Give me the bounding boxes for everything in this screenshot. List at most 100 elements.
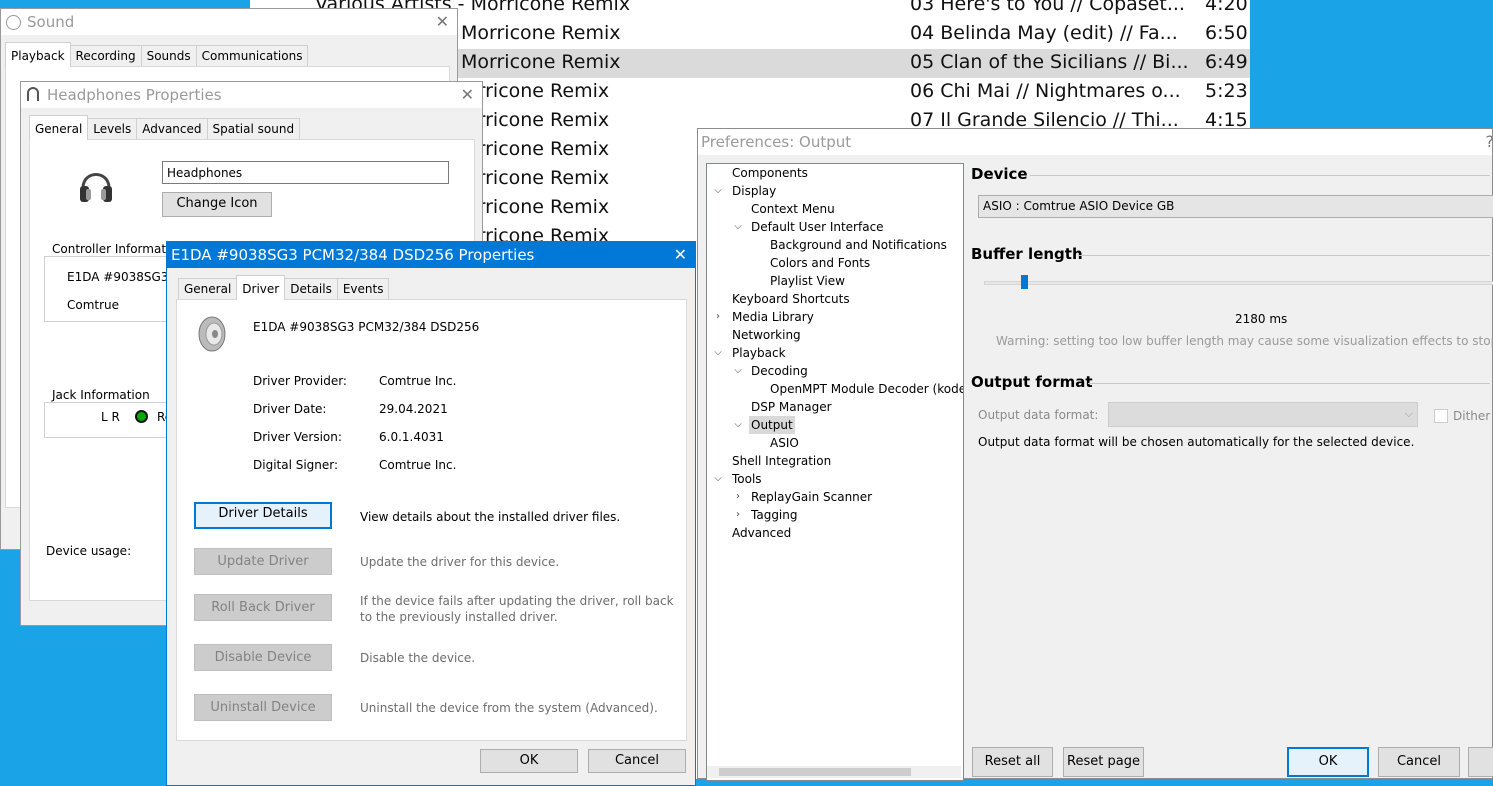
driver-provider-label: Driver Provider: — [253, 374, 347, 388]
playlist-album: Morricone Remix — [461, 22, 621, 44]
uninstall-device-button[interactable]: Uninstall Device — [194, 694, 332, 721]
chevron-right-icon[interactable]: › — [732, 491, 744, 503]
tree-item-background-notifications[interactable]: Background and Notifications — [770, 236, 947, 254]
chevron-down-icon[interactable]: ⌵ — [732, 221, 744, 233]
tab-communications[interactable]: Communications — [195, 45, 309, 67]
roll-back-driver-button[interactable]: Roll Back Driver — [194, 594, 332, 621]
device-select[interactable]: ASIO : Comtrue ASIO Device GB — [978, 195, 1493, 218]
tree-item-asio[interactable]: ASIO — [770, 434, 799, 452]
tree-item-dsp-manager[interactable]: DSP Manager — [751, 398, 832, 416]
digital-signer-value: Comtrue Inc. — [379, 458, 457, 472]
playlist-track: 04 Belinda May (edit) // Fa... — [910, 22, 1178, 44]
headphones-name-input[interactable] — [162, 161, 449, 184]
tree-item-decoding[interactable]: Decoding — [751, 362, 808, 380]
reset-all-button[interactable]: Reset all — [972, 747, 1053, 777]
chevron-right-icon[interactable]: › — [712, 311, 724, 323]
device-usage-label: Device usage: — [46, 544, 132, 558]
prefs-titlebar: Preferences: Output ? — [698, 129, 1492, 155]
scrollbar-thumb[interactable] — [719, 768, 911, 776]
prefs-cancel-button[interactable]: Cancel — [1378, 747, 1460, 777]
tab-details[interactable]: Details — [284, 278, 338, 300]
driver-title: E1DA #9038SG3 PCM32/384 DSD256 Propertie… — [171, 246, 535, 264]
disable-device-button[interactable]: Disable Device — [194, 644, 332, 671]
chevron-down-icon[interactable]: ⌵ — [712, 185, 724, 197]
tree-item-tagging[interactable]: Tagging — [751, 506, 798, 524]
sound-title: Sound — [27, 13, 75, 31]
buffer-slider-track[interactable] — [984, 281, 1493, 285]
sound-close-icon[interactable]: ✕ — [436, 9, 449, 35]
tree-item-replaygain[interactable]: ReplayGain Scanner — [751, 488, 872, 506]
driver-date-label: Driver Date: — [253, 402, 327, 416]
tree-item-display[interactable]: Display — [732, 182, 776, 200]
tree-item-shell-integration[interactable]: Shell Integration — [732, 452, 831, 470]
tree-item-output[interactable]: Output — [749, 416, 795, 434]
device-heading: Device — [971, 165, 1028, 183]
driver-titlebar: E1DA #9038SG3 PCM32/384 DSD256 Propertie… — [167, 242, 695, 268]
buffer-slider-thumb[interactable] — [1021, 275, 1028, 289]
change-icon-button[interactable]: Change Icon — [162, 192, 272, 217]
tree-item-openmpt[interactable]: OpenMPT Module Decoder (kode — [770, 380, 963, 398]
tab-driver[interactable]: Driver — [236, 275, 286, 300]
tab-spatial-sound[interactable]: Spatial sound — [206, 118, 301, 140]
playlist-album: orricone Remix — [466, 167, 610, 189]
tab-sounds[interactable]: Sounds — [140, 45, 197, 67]
update-driver-button[interactable]: Update Driver — [194, 548, 332, 575]
cancel-button[interactable]: Cancel — [588, 749, 686, 773]
headphones-icon — [80, 173, 112, 202]
playlist-album: orricone Remix — [466, 109, 610, 131]
headphones-close-icon[interactable]: ✕ — [461, 82, 474, 108]
tab-playback[interactable]: Playback — [5, 42, 71, 67]
chevron-down-icon[interactable]: ⌵ — [732, 419, 744, 431]
tab-recording[interactable]: Recording — [69, 45, 142, 67]
uninstall-device-desc: Uninstall the device from the system (Ad… — [360, 701, 658, 715]
tab-general[interactable]: General — [178, 278, 238, 300]
headphones-window-icon — [27, 87, 39, 101]
reset-page-button[interactable]: Reset page — [1063, 747, 1144, 777]
tree-item-keyboard-shortcuts[interactable]: Keyboard Shortcuts — [732, 290, 850, 308]
tree-item-tools[interactable]: Tools — [732, 470, 762, 488]
tab-levels[interactable]: Levels — [87, 118, 138, 140]
headphones-tabs: General Levels Advanced Spatial sound — [29, 115, 301, 140]
help-icon[interactable]: ? — [1486, 129, 1493, 155]
chevron-down-icon[interactable]: ⌵ — [712, 473, 724, 485]
roll-back-desc-line2: to the previously installed driver. — [360, 610, 558, 624]
chevron-down-icon[interactable]: ⌵ — [732, 365, 744, 377]
tree-item-playlist-view[interactable]: Playlist View — [770, 272, 845, 290]
sound-titlebar: Sound ✕ — [1, 9, 457, 35]
tree-item-default-ui[interactable]: Default User Interface — [751, 218, 884, 236]
tree-item-networking[interactable]: Networking — [732, 326, 801, 344]
prefs-ok-button[interactable]: OK — [1287, 747, 1369, 777]
tab-advanced[interactable]: Advanced — [136, 118, 208, 140]
tab-general[interactable]: General — [29, 115, 89, 140]
preferences-window: Preferences: Output ? Components ⌵ Displ… — [697, 128, 1493, 781]
prefs-tree[interactable]: Components ⌵ Display Context Menu ⌵ Defa… — [706, 163, 964, 781]
output-format-divider — [1088, 383, 1490, 384]
device-select-value: ASIO : Comtrue ASIO Device GB — [983, 199, 1175, 213]
tree-horizontal-scrollbar[interactable] — [707, 766, 961, 778]
output-data-format-select[interactable]: ⌵ — [1108, 402, 1418, 427]
chevron-down-icon: ⌵ — [1404, 407, 1413, 420]
roll-back-desc-line1: If the device fails after updating the d… — [360, 594, 674, 608]
driver-tabs: General Driver Details Events — [178, 275, 390, 300]
driver-details-button[interactable]: Driver Details — [194, 502, 332, 529]
dither-checkbox[interactable] — [1434, 409, 1448, 423]
driver-close-icon[interactable]: ✕ — [674, 242, 687, 268]
tree-item-context-menu[interactable]: Context Menu — [751, 200, 835, 218]
prefs-apply-button[interactable] — [1468, 747, 1493, 777]
chevron-right-icon[interactable]: › — [732, 509, 744, 521]
tree-item-advanced[interactable]: Advanced — [732, 524, 791, 542]
chevron-down-icon[interactable]: ⌵ — [712, 347, 724, 359]
tree-item-playback[interactable]: Playback — [732, 344, 786, 362]
speaker-icon — [198, 316, 226, 352]
playlist-album: orricone Remix — [466, 80, 610, 102]
tree-item-components[interactable]: Components — [732, 164, 808, 182]
playlist-album: orricone Remix — [466, 138, 610, 160]
ok-button[interactable]: OK — [480, 749, 578, 773]
tree-item-colors-fonts[interactable]: Colors and Fonts — [770, 254, 870, 272]
dither-label: Dither — [1453, 409, 1491, 423]
playlist-duration: 4:20 — [1205, 0, 1248, 15]
jack-lr-label: L R — [101, 410, 120, 424]
tab-events[interactable]: Events — [336, 278, 390, 300]
tree-item-media-library[interactable]: Media Library — [732, 308, 814, 326]
buffer-value: 2180 ms — [1235, 312, 1288, 326]
